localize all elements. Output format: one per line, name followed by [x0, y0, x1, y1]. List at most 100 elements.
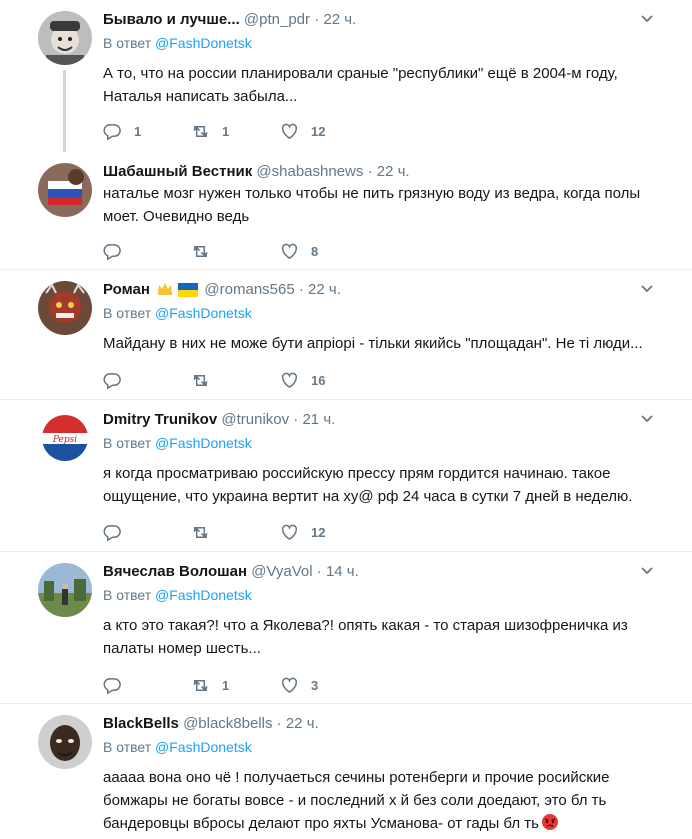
user-handle[interactable]: @romans565 [204, 281, 294, 298]
like-button[interactable]: 3 [280, 674, 318, 696]
reply-to-link[interactable]: @FashDonetsk [155, 305, 252, 321]
retweet-button[interactable]: 1 [191, 674, 229, 696]
angry-emoji-icon [541, 814, 558, 830]
tweet[interactable]: Бывало и лучше... @ptn_pdr · 22 ч. В отв… [0, 0, 692, 152]
tweet-header: Бывало и лучше... @ptn_pdr · 22 ч. [103, 10, 356, 30]
reply-prefix: В ответ [103, 305, 152, 321]
reply-to-link[interactable]: @FashDonetsk [155, 739, 252, 755]
separator-dot: · [316, 563, 322, 580]
display-name[interactable]: Dmitry Trunikov [103, 411, 217, 428]
tweet-text-line: ощущение, что украина вертит на ху@ рф 2… [103, 488, 633, 505]
reply-button[interactable] [103, 521, 134, 543]
like-button[interactable]: 16 [280, 369, 325, 391]
reply-to-link[interactable]: @FashDonetsk [155, 35, 252, 51]
thread-line [63, 70, 66, 152]
like-button[interactable]: 8 [280, 240, 318, 262]
tweet[interactable]: Роман @romans565 · 22 ч. В ответ @FashDo… [0, 270, 692, 400]
tweet-text-line: бомжары не богаты вовсе - и последний х … [103, 792, 607, 809]
caret-down-icon[interactable] [640, 564, 654, 578]
tweet-text: натальe мозг нужен только чтобы не пить … [103, 182, 663, 228]
like-count: 12 [311, 123, 326, 139]
reply-button[interactable] [103, 369, 134, 391]
reply-to-line: В ответ @FashDonetsk [103, 34, 252, 52]
like-button[interactable]: 12 [280, 521, 325, 543]
display-name[interactable]: Вячеслав Волошан [103, 563, 247, 580]
retweet-icon [193, 125, 208, 137]
caret-down-icon[interactable] [640, 282, 654, 296]
tweet-text-line: натальe мозг нужен только чтобы не пить … [103, 185, 641, 202]
reply-to-link[interactable]: @FashDonetsk [155, 587, 252, 603]
svg-text:Pepsi: Pepsi [52, 435, 77, 445]
avatar[interactable] [38, 163, 92, 217]
tweet-text: ааааа вона оно чё ! получаеться сечины р… [103, 766, 663, 835]
user-handle[interactable]: @VyaVol [251, 563, 312, 580]
retweet-icon [193, 245, 208, 257]
separator-dot: · [293, 411, 299, 428]
reply-icon [103, 243, 121, 260]
reply-prefix: В ответ [103, 35, 152, 51]
timestamp[interactable]: 22 ч. [377, 163, 410, 180]
display-name[interactable]: BlackBells [103, 715, 179, 732]
tweet[interactable]: Шабашный Вестник @shabashnews · 22 ч. на… [0, 152, 692, 270]
timestamp[interactable]: 22 ч. [323, 11, 356, 28]
avatar[interactable] [38, 281, 92, 335]
display-name[interactable]: Бывало и лучше... [103, 11, 240, 28]
caret-down-icon[interactable] [640, 12, 654, 26]
like-count: 12 [311, 524, 326, 540]
reply-prefix: В ответ [103, 739, 152, 755]
name-badges [156, 281, 199, 303]
user-handle[interactable]: @trunikov [221, 411, 289, 428]
reply-icon [103, 372, 121, 389]
tweet-header: BlackBells @black8bells · 22 ч. [103, 714, 319, 734]
reply-to-line: В ответ @FashDonetsk [103, 586, 252, 604]
user-handle[interactable]: @black8bells [183, 715, 272, 732]
tweet[interactable]: Вячеслав Волошан @VyaVol · 14 ч. В ответ… [0, 552, 692, 704]
display-name[interactable]: Роман [103, 281, 150, 298]
retweet-button[interactable] [191, 369, 222, 391]
retweet-icon [193, 374, 208, 386]
reply-button[interactable] [103, 674, 134, 696]
reply-to-link[interactable]: @FashDonetsk [155, 435, 252, 451]
tweet-header: Вячеслав Волошан @VyaVol · 14 ч. [103, 562, 359, 582]
reply-button[interactable] [103, 240, 134, 262]
like-icon [281, 524, 298, 540]
tweet-text-line: бандеровцы вбросы делают про яхты Усмано… [103, 812, 663, 835]
timestamp[interactable]: 14 ч. [326, 563, 359, 580]
like-count: 16 [311, 372, 326, 388]
display-name[interactable]: Шабашный Вестник [103, 163, 252, 180]
tweet[interactable]: Pepsi Dmitry Trunikov @trunikov · 21 ч. … [0, 400, 692, 552]
timestamp[interactable]: 22 ч. [286, 715, 319, 732]
like-button[interactable]: 12 [280, 120, 325, 142]
tweet-text-line: Наталья написать забыла... [103, 88, 298, 105]
separator-dot: · [314, 11, 320, 28]
avatar[interactable] [38, 11, 92, 65]
reply-icon [103, 524, 121, 541]
user-handle[interactable]: @shabashnews [256, 163, 363, 180]
tweet[interactable]: BlackBells @black8bells · 22 ч. В ответ … [0, 704, 692, 839]
tweet-text-line: Майдану в них не може бути апріорі - тіл… [103, 335, 643, 352]
avatar[interactable] [38, 563, 92, 617]
tweet-text-line: а кто это такая?! что а Яколева?! опять … [103, 617, 628, 634]
avatar[interactable] [38, 715, 92, 769]
like-icon [281, 372, 298, 388]
like-count: 8 [311, 243, 319, 259]
user-handle[interactable]: @ptn_pdr [244, 11, 310, 28]
avatar[interactable]: Pepsi [38, 411, 92, 465]
like-icon [281, 243, 298, 259]
timestamp[interactable]: 21 ч. [302, 411, 335, 428]
timestamp[interactable]: 22 ч. [308, 281, 341, 298]
retweet-button[interactable] [191, 521, 222, 543]
tweet-text-line: моет. Очевидно ведь [103, 208, 250, 225]
retweet-button[interactable] [191, 240, 222, 262]
caret-down-icon[interactable] [640, 412, 654, 426]
retweet-count: 1 [222, 677, 230, 693]
like-icon [281, 123, 298, 139]
retweet-button[interactable]: 1 [191, 120, 229, 142]
retweet-icon [193, 526, 208, 538]
like-icon [281, 677, 298, 693]
reply-icon [103, 123, 121, 140]
tweet-text: Майдану в них не може бути апріорі - тіл… [103, 332, 663, 355]
tweet-text: а кто это такая?! что а Яколева?! опять … [103, 614, 663, 660]
reply-button[interactable]: 1 [103, 120, 141, 142]
retweet-icon [193, 679, 208, 691]
